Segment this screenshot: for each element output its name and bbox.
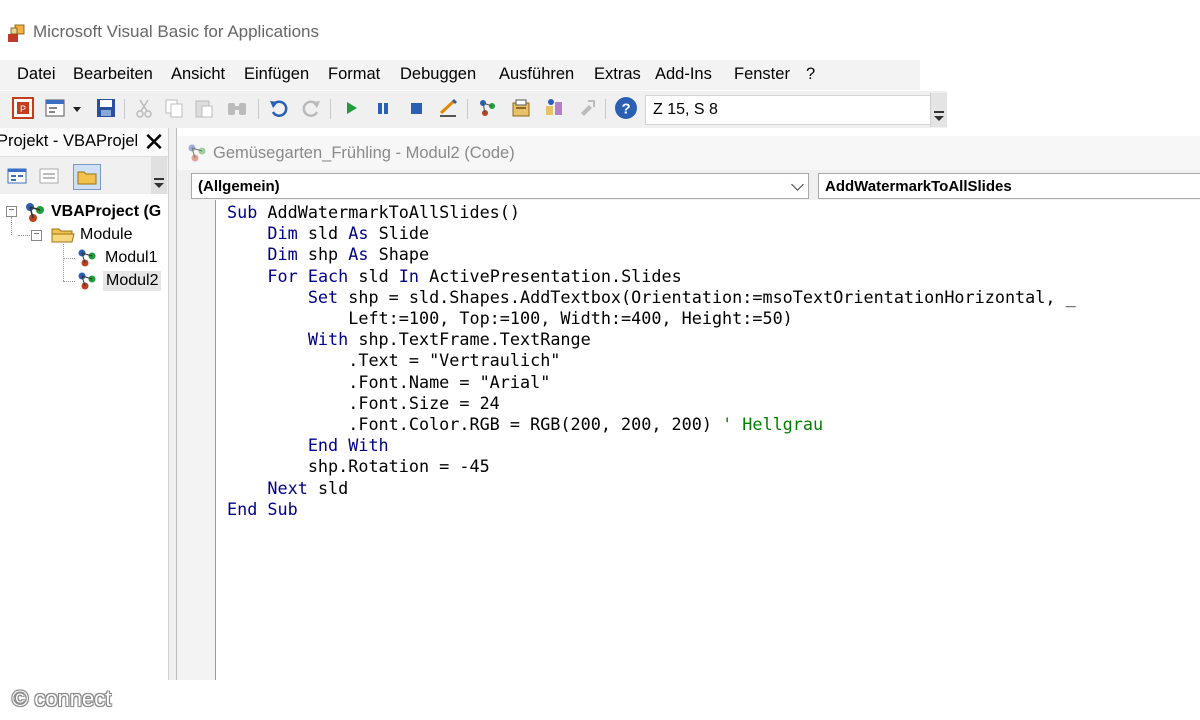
code-line[interactable]: .Font.Name = "Arial" (227, 372, 1200, 393)
code-margin-indicator-bar[interactable] (177, 200, 216, 680)
menu-bar: Datei Bearbeiten Ansicht Einfügen Format… (0, 60, 920, 90)
run-icon[interactable] (340, 97, 362, 119)
project-explorer-title: Projekt - VBAProjekt (0, 132, 137, 150)
reset-icon[interactable] (405, 97, 427, 119)
vbaproject-icon (24, 201, 46, 223)
collapse-module-icon[interactable]: − (31, 230, 42, 241)
save-icon[interactable] (95, 97, 117, 119)
insert-userform-icon[interactable] (44, 97, 66, 119)
toolbar-options-button[interactable] (930, 93, 947, 127)
menu-help[interactable]: ? (806, 65, 815, 84)
code-line[interactable]: Dim shp As Shape (227, 244, 1200, 265)
tree-connector (11, 217, 12, 235)
svg-text:?: ? (622, 101, 631, 118)
code-line[interactable]: Next sld (227, 478, 1200, 499)
code-window-titlebar: Gemüsegarten_Frühling - Modul2 (Code) (177, 136, 1200, 170)
code-line[interactable]: Dim sld As Slide (227, 223, 1200, 244)
module-icon (77, 248, 99, 268)
code-line[interactable]: Set shp = sld.Shapes.AddTextbox(Orientat… (227, 287, 1200, 308)
code-window: Gemüsegarten_Frühling - Modul2 (Code) (A… (176, 128, 1200, 680)
title-bar: Microsoft Visual Basic for Applications (0, 0, 1200, 60)
project-tree: − VBAProject (G − Module Modul1 Modul2 (0, 194, 168, 680)
object-combo-value: (Allgemein) (198, 178, 280, 195)
toggle-folders-icon[interactable] (73, 164, 101, 190)
view-object-icon[interactable] (36, 164, 62, 188)
menu-ansicht[interactable]: Ansicht (171, 65, 225, 84)
code-line[interactable]: End With (227, 435, 1200, 456)
source-watermark: © connect (12, 686, 112, 711)
cursor-position-box: Z 15, S 8 (645, 95, 932, 125)
code-line[interactable]: With shp.TextFrame.TextRange (227, 329, 1200, 350)
project-explorer-header: Projekt - VBAProjekt ✕ (0, 128, 168, 157)
help-icon[interactable]: ? (614, 96, 638, 120)
menu-ausfuehren[interactable]: Ausführen (499, 65, 574, 84)
undo-icon[interactable] (268, 97, 290, 119)
tree-item-modul2[interactable]: Modul2 (103, 271, 162, 291)
menu-extras[interactable]: Extras (594, 65, 641, 84)
toolbox-icon[interactable] (576, 97, 598, 119)
find-icon[interactable] (226, 97, 248, 119)
svg-text:P: P (20, 104, 26, 114)
cut-icon[interactable] (133, 97, 155, 119)
code-line[interactable]: .Text = "Vertraulich" (227, 350, 1200, 371)
folder-icon (50, 225, 76, 245)
toolbar-separator (605, 99, 606, 119)
code-line[interactable]: shp.Rotation = -45 (227, 456, 1200, 477)
redo-icon[interactable] (300, 97, 322, 119)
code-line[interactable]: Left:=100, Top:=100, Width:=400, Height:… (227, 308, 1200, 329)
menu-add-ins[interactable]: Add-Ins (655, 65, 712, 84)
footer (0, 680, 1200, 720)
toolbar-separator (258, 99, 259, 119)
toolbar-separator (124, 99, 125, 119)
project-explorer-toolbar (0, 157, 168, 194)
close-icon[interactable]: ✕ (141, 129, 167, 155)
cursor-position: Z 15, S 8 (653, 101, 718, 118)
collapse-root-icon[interactable]: − (6, 206, 17, 217)
chevron-down-icon[interactable] (70, 97, 84, 119)
module-icon (77, 271, 99, 291)
tree-connector (63, 258, 75, 259)
tree-connector (18, 235, 30, 236)
project-explorer-icon[interactable] (477, 97, 499, 119)
break-icon[interactable] (372, 97, 394, 119)
menu-datei[interactable]: Datei (17, 65, 56, 84)
menu-einfuegen[interactable]: Einfügen (244, 65, 309, 84)
view-code-icon[interactable] (4, 164, 30, 188)
code-line[interactable]: .Font.Color.RGB = RGB(200, 200, 200) ' H… (227, 414, 1200, 435)
chevron-down-icon (791, 178, 804, 191)
tree-connector (63, 281, 75, 282)
code-line[interactable]: For Each sld In ActivePresentation.Slide… (227, 266, 1200, 287)
code-line[interactable]: .Font.Size = 24 (227, 393, 1200, 414)
project-explorer-panel: Projekt - VBAProjekt ✕ − VBAProject (G −… (0, 128, 168, 680)
code-editor[interactable]: Sub AddWatermarkToAllSlides() Dim sld As… (227, 202, 1200, 680)
procedure-combo-value: AddWatermarkToAllSlides (825, 178, 1012, 195)
tree-connector (63, 244, 64, 281)
design-mode-icon[interactable] (437, 97, 459, 119)
code-line[interactable]: End Sub (227, 499, 1200, 520)
powerpoint-view-icon[interactable]: P (12, 97, 34, 119)
toolbar-separator (467, 99, 468, 119)
module-icon (186, 142, 208, 164)
menu-debuggen[interactable]: Debuggen (400, 65, 476, 84)
menu-format[interactable]: Format (328, 65, 380, 84)
project-toolbar-options[interactable] (151, 157, 167, 194)
procedure-combo[interactable]: AddWatermarkToAllSlides (818, 173, 1200, 199)
object-browser-icon[interactable] (543, 97, 565, 119)
object-combo[interactable]: (Allgemein) (191, 173, 809, 199)
copy-icon[interactable] (163, 97, 185, 119)
toolbar-separator (330, 99, 331, 119)
code-line[interactable]: Sub AddWatermarkToAllSlides() (227, 202, 1200, 223)
paste-icon[interactable] (193, 97, 215, 119)
menu-bearbeiten[interactable]: Bearbeiten (73, 65, 153, 84)
code-window-title: Gemüsegarten_Frühling - Modul2 (Code) (213, 144, 515, 162)
standard-toolbar: P ? Z 15, S 8 (0, 91, 947, 129)
code-combos: (Allgemein) AddWatermarkToAllSlides (177, 170, 1200, 200)
menu-fenster[interactable]: Fenster (734, 65, 790, 84)
properties-window-icon[interactable] (510, 97, 532, 119)
tree-folder-module[interactable]: Module (80, 226, 132, 244)
vba-app-icon (6, 22, 28, 44)
tree-item-modul1[interactable]: Modul1 (105, 249, 157, 267)
window-title: Microsoft Visual Basic for Applications (33, 22, 319, 41)
tree-root-vbaproject[interactable]: VBAProject (G (51, 203, 161, 221)
